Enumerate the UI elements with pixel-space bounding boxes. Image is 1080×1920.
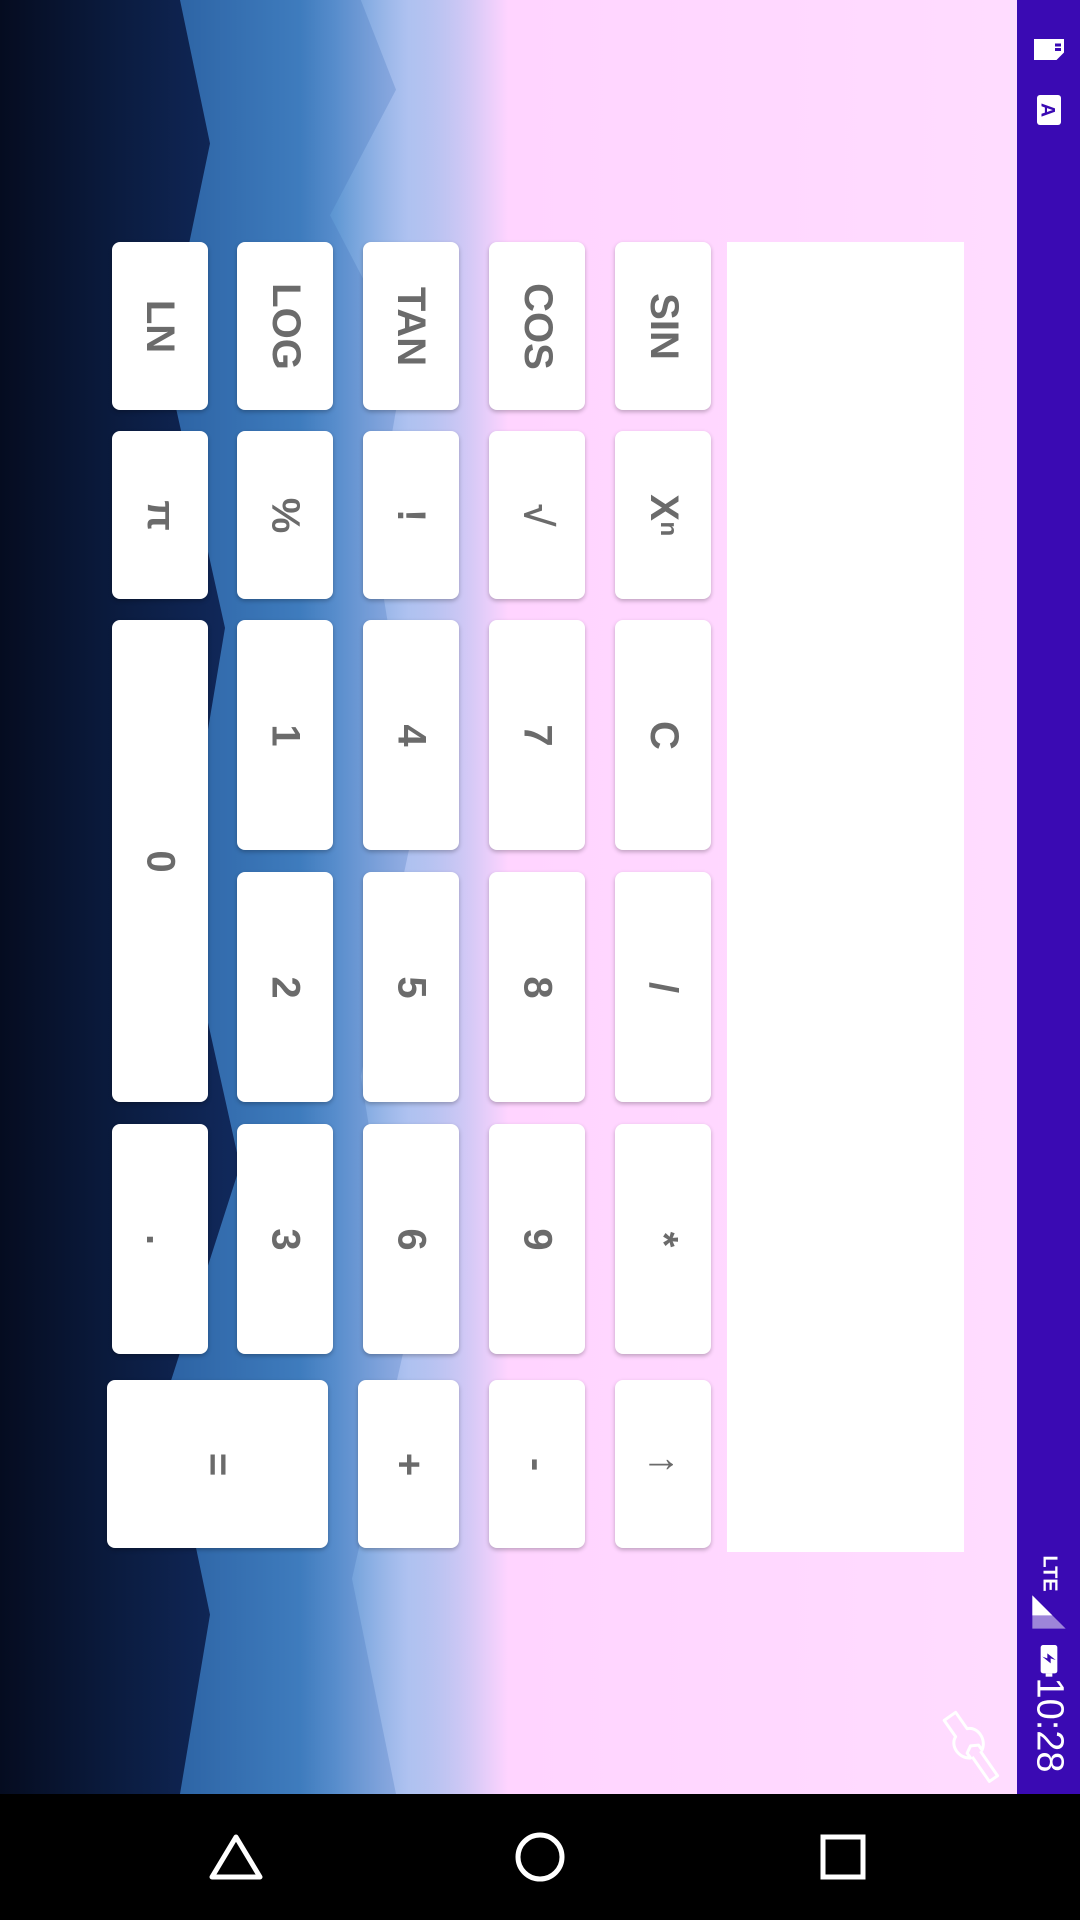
calculator-display[interactable] xyxy=(727,242,964,1552)
backspace-label: ↑ xyxy=(641,1454,686,1474)
power-label: Xⁿ xyxy=(641,493,686,537)
clear-label: C xyxy=(641,720,686,750)
six-button[interactable]: 6 xyxy=(363,1124,459,1354)
four-button[interactable]: 4 xyxy=(363,620,459,850)
two-button[interactable]: 2 xyxy=(237,872,333,1102)
cos-button[interactable]: COS xyxy=(489,242,585,410)
cos-label: COS xyxy=(515,282,560,370)
signal-icon xyxy=(1031,1595,1066,1629)
factorial-button[interactable]: ! xyxy=(363,431,459,599)
three-button[interactable]: 3 xyxy=(237,1124,333,1354)
home-icon xyxy=(515,1832,565,1882)
tan-button[interactable]: TAN xyxy=(363,242,459,410)
seven-button[interactable]: 7 xyxy=(489,620,585,850)
equals-label: = xyxy=(195,1452,240,1476)
recents-button[interactable] xyxy=(800,1814,886,1900)
back-button[interactable] xyxy=(193,1814,279,1900)
factorial-label: ! xyxy=(389,508,434,522)
font-a-icon: A xyxy=(1036,95,1061,125)
percent-label: % xyxy=(263,497,308,533)
two-label: 2 xyxy=(263,975,308,999)
divide-button[interactable]: / xyxy=(615,872,711,1102)
recents-icon xyxy=(820,1834,866,1880)
nine-button[interactable]: 9 xyxy=(489,1124,585,1354)
clock: 10:28 xyxy=(1028,1677,1070,1773)
one-label: 1 xyxy=(263,723,308,747)
dot-label: . xyxy=(138,1233,183,1245)
ln-label: LN xyxy=(138,299,183,353)
tan-label: TAN xyxy=(389,286,434,366)
five-button[interactable]: 5 xyxy=(363,872,459,1102)
log-button[interactable]: LOG xyxy=(237,242,333,410)
seven-label: 7 xyxy=(515,723,560,747)
pi-button[interactable]: π xyxy=(112,431,208,599)
sin-button[interactable]: SIN xyxy=(615,242,711,410)
svg-text:A: A xyxy=(1036,103,1058,117)
pi-label: π xyxy=(138,499,183,531)
plus-button[interactable]: + xyxy=(358,1380,459,1548)
sqrt-button[interactable]: √ xyxy=(489,431,585,599)
minus-label: - xyxy=(515,1457,560,1471)
percent-button[interactable]: % xyxy=(237,431,333,599)
power-button[interactable]: Xⁿ xyxy=(615,431,711,599)
ln-button[interactable]: LN xyxy=(112,242,208,410)
network-type-label: LTE xyxy=(1038,1555,1060,1592)
equals-button[interactable]: = xyxy=(107,1380,328,1548)
sqrt-label: √ xyxy=(515,504,560,526)
four-label: 4 xyxy=(389,723,434,747)
nine-label: 9 xyxy=(515,1227,560,1251)
minus-button[interactable]: - xyxy=(489,1380,585,1548)
back-icon xyxy=(209,1834,263,1880)
eight-label: 8 xyxy=(515,975,560,999)
zero-label: 0 xyxy=(138,849,183,873)
navigation-bar xyxy=(0,1794,1080,1920)
multiply-button[interactable]: * xyxy=(615,1124,711,1354)
log-label: LOG xyxy=(263,282,308,370)
six-label: 6 xyxy=(389,1227,434,1251)
backspace-button[interactable]: ↑ xyxy=(615,1380,711,1548)
status-bar: A LTE 10:28 xyxy=(1017,0,1080,1794)
eight-button[interactable]: 8 xyxy=(489,872,585,1102)
clear-button[interactable]: C xyxy=(615,620,711,850)
multiply-label: * xyxy=(641,1231,686,1247)
divide-label: / xyxy=(641,981,686,993)
battery-charging-icon xyxy=(1040,1645,1057,1677)
home-button[interactable] xyxy=(497,1814,583,1900)
five-label: 5 xyxy=(389,975,434,999)
three-label: 3 xyxy=(263,1227,308,1251)
plus-label: + xyxy=(386,1452,431,1476)
one-button[interactable]: 1 xyxy=(237,620,333,850)
wrench-icon[interactable] xyxy=(935,1700,1005,1790)
zero-button[interactable]: 0 xyxy=(112,620,208,1102)
app-screen: SIN Xⁿ C / * ↑ COS √ 7 8 9 - TAN ! 4 5 6… xyxy=(0,0,1017,1794)
sd-card-icon xyxy=(1033,39,1064,60)
sin-label: SIN xyxy=(641,292,686,360)
dot-button[interactable]: . xyxy=(112,1124,208,1354)
